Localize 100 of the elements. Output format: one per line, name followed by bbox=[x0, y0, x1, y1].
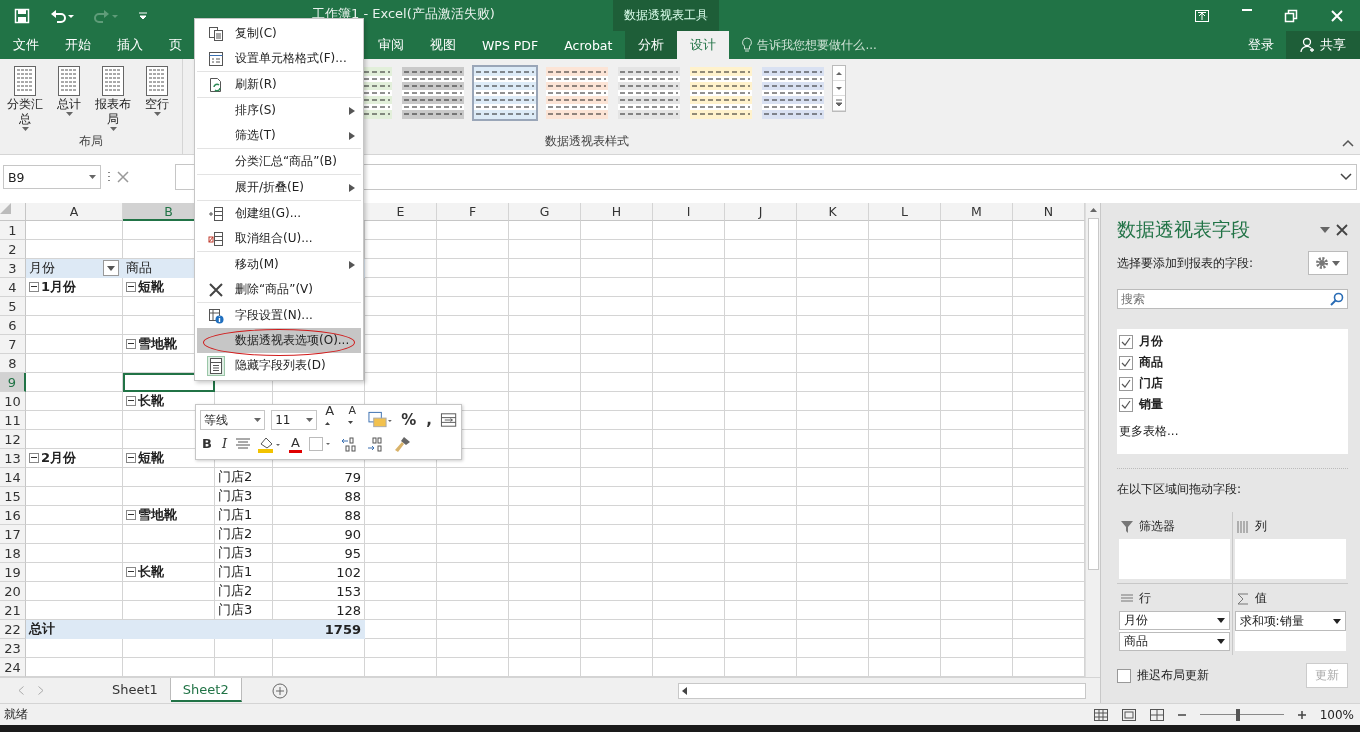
collapse-icon[interactable] bbox=[126, 339, 136, 349]
grow-font-button[interactable]: A bbox=[323, 402, 341, 438]
row-header[interactable]: 24 bbox=[0, 658, 26, 677]
row-header[interactable]: 5 bbox=[0, 297, 26, 316]
zoom-level[interactable]: 100% bbox=[1319, 707, 1354, 722]
row-header[interactable]: 3 bbox=[0, 259, 26, 278]
row-header[interactable]: 15 bbox=[0, 487, 26, 506]
area-field[interactable]: 商品 bbox=[1119, 632, 1230, 651]
filter-dropdown-button[interactable] bbox=[103, 260, 119, 276]
ribbon-tab[interactable]: Acrobat bbox=[551, 31, 626, 59]
defer-checkbox[interactable] bbox=[1117, 668, 1131, 683]
collapse-icon[interactable] bbox=[29, 453, 39, 463]
row-header[interactable]: 16 bbox=[0, 506, 26, 525]
pivot-style-swatch[interactable] bbox=[472, 65, 538, 121]
collapse-icon[interactable] bbox=[126, 282, 136, 292]
column-header[interactable]: H bbox=[581, 203, 653, 221]
menu-item[interactable]: 隐藏字段列表(D) bbox=[197, 353, 361, 378]
row-header[interactable]: 10 bbox=[0, 392, 26, 411]
menu-item[interactable]: 筛选(T) bbox=[197, 123, 361, 149]
field-checkbox[interactable] bbox=[1119, 334, 1133, 349]
column-header[interactable]: K bbox=[797, 203, 869, 221]
row-header[interactable]: 2 bbox=[0, 240, 26, 259]
menu-item[interactable]: 设置单元格格式(F)... bbox=[197, 46, 361, 72]
row-header[interactable]: 8 bbox=[0, 354, 26, 373]
active-cell[interactable] bbox=[123, 373, 215, 392]
settings-button[interactable] bbox=[1308, 251, 1348, 275]
share-button[interactable]: 共享 bbox=[1286, 31, 1360, 59]
column-header[interactable]: F bbox=[437, 203, 509, 221]
menu-item[interactable]: 复制(C) bbox=[197, 21, 361, 46]
sheet-tab[interactable]: Sheet2 bbox=[170, 678, 242, 702]
row-header[interactable]: 17 bbox=[0, 525, 26, 544]
font-size-dropdown[interactable]: 11 bbox=[271, 410, 318, 430]
menu-item[interactable]: 刷新(R) bbox=[197, 72, 361, 98]
bold-button[interactable]: B bbox=[200, 435, 214, 453]
zoom-slider-thumb[interactable] bbox=[1235, 708, 1240, 721]
column-header[interactable]: L bbox=[869, 203, 941, 221]
menu-item[interactable]: 排序(S) bbox=[197, 98, 361, 123]
font-color-button[interactable]: A bbox=[289, 435, 302, 453]
drop-area[interactable]: 求和项:销量 bbox=[1234, 611, 1346, 651]
row-header[interactable]: 21 bbox=[0, 601, 26, 620]
column-header[interactable]: M bbox=[941, 203, 1013, 221]
shrink-font-button[interactable]: A bbox=[346, 402, 363, 438]
field-checkbox[interactable] bbox=[1119, 397, 1133, 412]
area-field[interactable]: 求和项:销量 bbox=[1234, 611, 1346, 631]
sign-in-link[interactable]: 登录 bbox=[1236, 31, 1286, 59]
column-header[interactable]: A bbox=[26, 203, 123, 221]
ribbon-tab[interactable]: 分析 bbox=[625, 31, 678, 59]
row-header[interactable]: 23 bbox=[0, 639, 26, 658]
italic-button[interactable]: I bbox=[219, 435, 230, 453]
collapse-icon[interactable] bbox=[29, 282, 39, 292]
name-box[interactable]: B9 bbox=[3, 165, 101, 189]
ribbon-button[interactable]: 分类汇总 bbox=[4, 65, 46, 133]
row-header[interactable]: 18 bbox=[0, 544, 26, 563]
menu-item[interactable]: 数据透视表选项(O)... bbox=[197, 328, 361, 353]
row-header[interactable]: 20 bbox=[0, 582, 26, 601]
more-tables-link[interactable]: 更多表格... bbox=[1119, 423, 1346, 440]
row-header[interactable]: 12 bbox=[0, 430, 26, 449]
row-header[interactable]: 9 bbox=[0, 373, 26, 392]
row-header[interactable]: 14 bbox=[0, 468, 26, 487]
row-header[interactable]: 7 bbox=[0, 335, 26, 354]
ribbon-tab[interactable]: 审阅 bbox=[365, 31, 417, 59]
row-header[interactable]: 22 bbox=[0, 620, 26, 639]
row-header[interactable]: 11 bbox=[0, 411, 26, 430]
collapse-icon[interactable] bbox=[126, 453, 136, 463]
ribbon-button[interactable]: 报表布局 bbox=[92, 65, 134, 133]
ribbon-tab[interactable]: 开始 bbox=[52, 31, 104, 59]
ribbon-tab[interactable]: 页 bbox=[156, 31, 195, 59]
ribbon-tab[interactable]: WPS PDF bbox=[469, 31, 552, 59]
field-checkbox[interactable] bbox=[1119, 376, 1133, 391]
row-header[interactable]: 13 bbox=[0, 449, 26, 468]
column-header[interactable]: J bbox=[725, 203, 797, 221]
ribbon-tab[interactable]: 文件 bbox=[0, 31, 52, 59]
search-field[interactable]: 搜索 bbox=[1117, 289, 1348, 309]
row-header[interactable]: 19 bbox=[0, 563, 26, 582]
ribbon-tab[interactable]: 视图 bbox=[417, 31, 469, 59]
column-header[interactable]: N bbox=[1013, 203, 1085, 221]
area-field[interactable]: 月份 bbox=[1119, 611, 1230, 630]
row-header[interactable]: 4 bbox=[0, 278, 26, 297]
menu-item[interactable]: 取消组合(U)... bbox=[197, 226, 361, 252]
menu-item[interactable]: 删除“商品”(V) bbox=[197, 277, 361, 303]
drop-area[interactable]: 月份 商品 bbox=[1119, 611, 1230, 651]
menu-item[interactable]: 字段设置(N)... bbox=[197, 303, 361, 328]
scroll-up-icon[interactable] bbox=[1090, 208, 1097, 212]
collapse-icon[interactable] bbox=[126, 510, 136, 520]
font-dropdown[interactable]: 等线 bbox=[200, 410, 266, 430]
comma-button[interactable]: , bbox=[424, 411, 434, 429]
menu-item[interactable]: 展开/折叠(E) bbox=[197, 175, 361, 201]
scroll-left-icon[interactable] bbox=[682, 686, 687, 695]
percent-button[interactable]: % bbox=[399, 411, 419, 429]
column-header[interactable]: E bbox=[365, 203, 437, 221]
ribbon-button[interactable]: 空行 bbox=[136, 65, 178, 133]
row-header[interactable]: 1 bbox=[0, 221, 26, 240]
tell-me-field[interactable]: 告诉我您想要做什么... bbox=[757, 36, 877, 54]
ribbon-tab[interactable]: 设计 bbox=[677, 31, 730, 59]
column-header[interactable]: I bbox=[653, 203, 725, 221]
horizontal-scrollbar[interactable] bbox=[678, 682, 1086, 699]
field-checkbox[interactable] bbox=[1119, 355, 1133, 370]
collapse-icon[interactable] bbox=[126, 567, 136, 577]
ribbon-tab[interactable]: 插入 bbox=[104, 31, 156, 59]
column-header[interactable]: G bbox=[509, 203, 581, 221]
